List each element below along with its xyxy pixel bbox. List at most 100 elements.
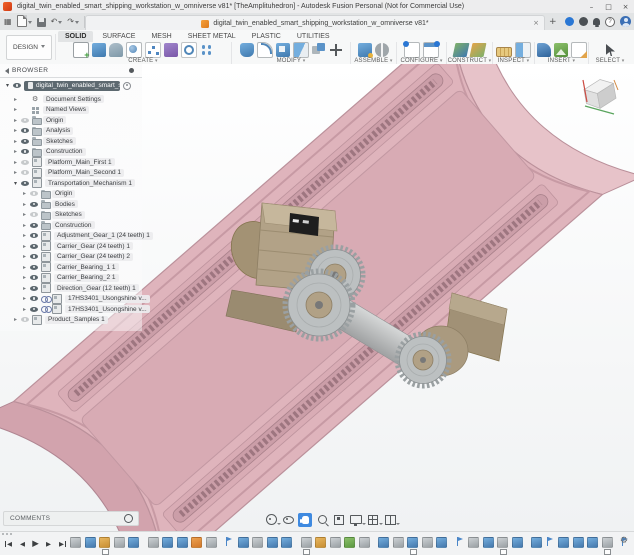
timeline-feature-icon[interactable]	[315, 537, 326, 548]
timeline-feature-icon[interactable]	[301, 537, 312, 548]
timeline-feature-icon[interactable]	[512, 537, 523, 548]
visibility-eye-icon[interactable]	[21, 170, 29, 175]
tool-icon[interactable]	[496, 47, 512, 57]
expand-arrow-icon[interactable]	[23, 253, 30, 260]
timeline-feature-icon[interactable]	[191, 537, 202, 548]
timeline-feature-icon[interactable]	[281, 537, 292, 548]
expand-arrow-icon[interactable]	[23, 295, 30, 302]
ribbon-tab[interactable]: MESH	[144, 31, 178, 42]
expand-arrow-icon[interactable]	[23, 211, 30, 218]
timeline-feature-icon[interactable]	[206, 537, 217, 548]
timeline-feature-icon[interactable]	[225, 537, 234, 546]
tool-icon[interactable]	[571, 42, 587, 58]
visibility-eye-icon[interactable]	[13, 83, 21, 88]
timeline-feature-icon[interactable]	[573, 537, 584, 548]
timeline-marker[interactable]	[500, 549, 507, 555]
timeline-feature-icon[interactable]	[531, 537, 542, 548]
visibility-eye-icon[interactable]	[30, 286, 38, 291]
ribbon-tab[interactable]: PLASTIC	[245, 31, 288, 42]
browser-tree-row[interactable]: Origin	[0, 115, 142, 126]
timeline-feature-icon[interactable]	[587, 537, 598, 548]
tool-icon[interactable]	[293, 42, 309, 58]
expand-arrow-icon[interactable]	[23, 274, 30, 281]
tool-icon[interactable]	[73, 42, 89, 58]
timeline-feature-icon[interactable]	[114, 537, 125, 548]
skip-to-start-button[interactable]	[4, 538, 15, 550]
browser-tree-row[interactable]: Platform_Main_Second 1	[0, 168, 142, 179]
app-grid-icon[interactable]: ▦	[4, 16, 12, 27]
browser-tree-row[interactable]: Platform_Main_First 1	[0, 157, 142, 168]
ribbon-tab[interactable]: UTILITIES	[290, 31, 337, 42]
document-tab[interactable]: digital_twin_enabled_smart_shipping_work…	[85, 15, 545, 31]
browser-tree-row[interactable]: 17HS3401_Usongshine v...	[0, 304, 142, 315]
visibility-eye-icon[interactable]	[21, 118, 29, 123]
expand-arrow-icon[interactable]	[23, 201, 30, 208]
help-icon[interactable]	[605, 17, 615, 27]
visibility-eye-icon[interactable]	[21, 128, 29, 133]
visibility-eye-icon[interactable]	[21, 149, 29, 154]
new-file-icon[interactable]	[17, 16, 32, 27]
visibility-eye-icon[interactable]	[21, 139, 29, 144]
tool-icon[interactable]	[515, 42, 531, 58]
timeline-feature-icon[interactable]	[252, 537, 263, 548]
carrier-gear-1[interactable]	[285, 271, 353, 339]
timeline-feature-icon[interactable]	[344, 537, 355, 548]
timeline-settings-gear-icon[interactable]	[620, 536, 628, 546]
timeline-feature-icon[interactable]	[267, 537, 278, 548]
comments-bar[interactable]: COMMENTS	[3, 511, 139, 526]
timeline-feature-icon[interactable]	[128, 537, 139, 548]
workspace-selector[interactable]: DESIGN	[6, 35, 52, 60]
expand-arrow-icon[interactable]	[23, 243, 30, 250]
close-tab-icon[interactable]	[533, 18, 539, 29]
timeline-feature-icon[interactable]	[85, 537, 96, 548]
tool-icon[interactable]	[453, 43, 470, 57]
tool-icon[interactable]	[145, 42, 161, 58]
timeline-feature-icon[interactable]	[456, 537, 465, 546]
timeline-feature-icon[interactable]	[497, 537, 508, 548]
timeline-marker[interactable]	[410, 549, 417, 555]
tool-icon[interactable]	[181, 42, 197, 58]
expand-arrow-icon[interactable]	[14, 117, 21, 124]
expand-arrow-icon[interactable]	[23, 222, 30, 229]
timeline-feature-icon[interactable]	[407, 537, 418, 548]
visibility-eye-icon[interactable]	[30, 307, 38, 312]
visibility-eye-icon[interactable]	[30, 244, 38, 249]
expand-arrow-icon[interactable]	[14, 96, 21, 103]
redo-icon[interactable]: ↷	[67, 16, 79, 27]
timeline-feature-icon[interactable]	[602, 537, 613, 548]
expand-arrow-icon[interactable]	[14, 127, 21, 134]
tool-icon[interactable]	[109, 43, 123, 57]
tool-icon[interactable]	[240, 43, 254, 57]
fit-tool[interactable]	[332, 513, 346, 527]
expand-arrow-icon[interactable]	[23, 264, 30, 271]
browser-root-row[interactable]: digital_twin_enabled_smart_s...	[0, 79, 142, 92]
view-cube[interactable]	[574, 70, 626, 122]
browser-tree-row[interactable]: Product_Samples 1	[0, 315, 142, 326]
timeline-feature-icon[interactable]	[162, 537, 173, 548]
step-back-button[interactable]	[17, 538, 28, 550]
panel-options-icon[interactable]	[129, 68, 134, 73]
visibility-eye-icon[interactable]	[21, 181, 29, 186]
expand-arrow-icon[interactable]	[23, 232, 30, 239]
browser-tree-row[interactable]: Carrier_Bearing_2 1	[0, 273, 142, 284]
tool-icon[interactable]	[470, 43, 487, 57]
close-button[interactable]	[617, 0, 634, 13]
browser-tree-row[interactable]: Sketches	[0, 136, 142, 147]
display-settings-tool[interactable]	[349, 513, 363, 527]
timeline-feature-icon[interactable]	[330, 537, 341, 548]
expand-arrow-icon[interactable]	[14, 316, 21, 323]
ribbon-tab[interactable]: SURFACE	[95, 31, 142, 42]
skip-to-end-button[interactable]	[56, 538, 67, 550]
browser-tree-row[interactable]: Origin	[0, 189, 142, 200]
expand-arrow-icon[interactable]	[23, 306, 30, 313]
tool-icon[interactable]	[92, 43, 106, 57]
grid-snaps-tool[interactable]	[366, 513, 380, 527]
browser-tree-row[interactable]: Sketches	[0, 210, 142, 221]
visibility-eye-icon[interactable]	[21, 317, 29, 322]
tool-icon[interactable]	[329, 43, 343, 57]
play-button[interactable]	[30, 538, 41, 550]
timeline-feature-icon[interactable]	[70, 537, 81, 548]
tool-icon[interactable]	[276, 43, 290, 57]
visibility-eye-icon[interactable]	[30, 212, 38, 217]
timeline-feature-icon[interactable]	[177, 537, 188, 548]
